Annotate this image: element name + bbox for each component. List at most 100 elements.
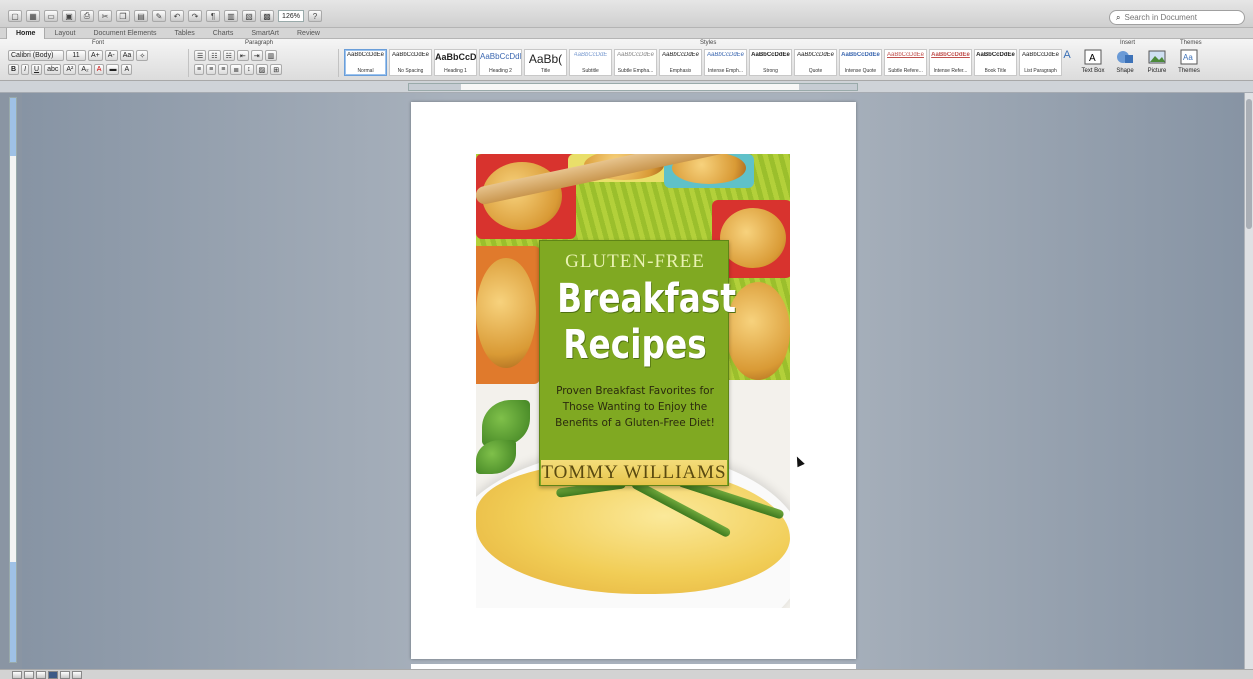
tab-review[interactable]: Review [288,28,329,39]
font-name-select[interactable]: Calibri (Body) [8,50,64,61]
search-box[interactable]: ⌕ [1109,10,1245,25]
tab-layout[interactable]: Layout [45,28,84,39]
style-strong[interactable]: AaBbCcDdEe Strong [749,49,792,76]
style-subtitle[interactable]: AaBbCcDdE Subtitle [569,49,612,76]
columns-icon[interactable]: ▥ [264,50,278,61]
align-center-icon[interactable]: ≡ [206,64,217,75]
vertical-scrollbar[interactable] [1244,93,1253,669]
justify-icon[interactable]: ≣ [230,64,243,75]
numbering-icon[interactable]: ☷ [208,50,221,61]
notebook-view-icon[interactable] [60,670,70,679]
templates-icon[interactable]: ▦ [26,10,40,22]
copy-icon[interactable]: ❐ [116,10,130,22]
clear-formatting-icon[interactable]: ✧ [136,50,149,61]
open-icon[interactable]: ▭ [44,10,58,22]
align-right-icon[interactable]: ≡ [218,64,229,75]
style-heading-1[interactable]: AaBbCcDcHeading 1 [434,49,477,76]
text-box-icon: A [1084,49,1102,65]
style-book-title[interactable]: AaBbCcDdEe Book Title [974,49,1017,76]
draft-view-icon[interactable] [12,670,22,679]
save-icon[interactable]: ▣ [62,10,76,22]
tab-home[interactable]: Home [6,28,46,39]
style-intense-emphasis[interactable]: AaBbCcDdEe Intense Emph... [704,49,747,76]
sidebar-icon[interactable]: ▥ [224,10,238,22]
title-toolbar: ▢ ▦ ▭ ▣ ⎙ ✂ ❐ ▤ ✎ ↶ ↷ ¶ ▥ ▧ ▩ 126% ? ⌕ [0,0,1253,28]
style-subtle-reference[interactable]: AaBbCcDdEe Subtle Refere... [884,49,927,76]
style-heading-2[interactable]: AaBbCcDdI Heading 2 [479,49,522,76]
increase-indent-icon[interactable]: ⇥ [250,50,263,61]
muffin [476,258,536,368]
cut-icon[interactable]: ✂ [98,10,112,22]
style-subtle-emphasis[interactable]: AaBbCcDdEe Subtle Empha... [614,49,657,76]
text-styles-icon[interactable]: A [1060,49,1074,74]
themes-icon: Aa [1180,49,1198,65]
picture-button[interactable]: Picture [1144,49,1170,74]
style-normal[interactable]: AaBbCcDdEe Normal [344,49,387,76]
print-layout-view-icon[interactable] [48,670,58,679]
vertical-ruler[interactable] [9,97,17,663]
bold-button[interactable]: B [8,64,20,75]
publishing-view-icon[interactable] [36,670,46,679]
text-box-button[interactable]: A Text Box [1080,49,1106,74]
divider [188,49,189,77]
styles-gallery: AaBbCcDdEe Normal AaBbCcDdEe No Spacing Aa… [344,49,1062,76]
style-emphasis[interactable]: AaBbCcDdEe Emphasis [659,49,702,76]
horizontal-ruler[interactable] [408,83,858,91]
decrease-indent-icon[interactable]: ⇤ [236,50,249,61]
horizontal-ruler-bar [0,81,1253,93]
line-spacing-icon[interactable]: ↕ [244,64,254,75]
cover-title-line2: Recipes [563,322,707,368]
scrollbar-thumb[interactable] [1246,99,1252,229]
style-title[interactable]: AaBb(Title [524,49,567,76]
shading-icon[interactable]: ▨ [255,64,269,75]
style-no-spacing[interactable]: AaBbCcDdEe No Spacing [389,49,432,76]
media-icon[interactable]: ▩ [260,10,274,22]
themes-group-label: Themes [1180,40,1202,46]
tab-charts[interactable]: Charts [204,28,243,39]
borders-icon[interactable]: ⊞ [270,64,283,75]
tab-document-elements[interactable]: Document Elements [84,28,165,39]
text-effects-icon[interactable]: A [121,64,133,75]
tab-tables[interactable]: Tables [166,28,204,39]
styles-group-label: Styles [700,40,717,46]
font-size-select[interactable]: 11 [66,50,86,61]
right-margin [799,84,857,90]
picture-icon [1148,50,1166,64]
bottom-margin [10,562,16,662]
superscript-icon[interactable]: A² [63,64,77,75]
redo-icon[interactable]: ↷ [188,10,202,22]
italic-button[interactable]: I [21,64,30,75]
style-list-paragraph[interactable]: AaBbCcDdEe List Paragraph [1019,49,1062,76]
format-painter-icon[interactable]: ✎ [152,10,166,22]
subscript-icon[interactable]: A₂ [78,64,92,75]
strikethrough-icon[interactable]: abc [44,64,62,75]
align-left-icon[interactable]: ≡ [194,64,205,75]
themes-button[interactable]: Aa Themes [1176,49,1202,74]
search-input[interactable] [1124,13,1235,22]
shrink-font-icon[interactable]: A- [104,50,118,61]
tab-smartart[interactable]: SmartArt [242,28,288,39]
style-intense-quote[interactable]: AaBbCcDdEe Intense Quote [839,49,882,76]
shape-button[interactable]: Shape [1112,49,1138,74]
multilevel-list-icon[interactable]: ☵ [222,50,235,61]
new-document-icon[interactable]: ▢ [8,10,22,22]
paste-icon[interactable]: ▤ [134,10,148,22]
font-color-icon[interactable]: A [93,64,105,75]
pilcrow-icon[interactable]: ¶ [206,10,220,22]
bullets-icon[interactable]: ☰ [194,50,207,61]
help-icon[interactable]: ? [308,10,322,22]
insert-group-label: Insert [1120,40,1136,46]
underline-button[interactable]: U [31,64,43,75]
undo-icon[interactable]: ↶ [170,10,184,22]
toolbox-icon[interactable]: ▧ [242,10,256,22]
highlight-icon[interactable]: ▬ [106,64,120,75]
style-intense-reference[interactable]: AaBbCcDdEe Intense Refer... [929,49,972,76]
print-icon[interactable]: ⎙ [80,10,94,22]
cover-author: TOMMY WILLIAMS [541,460,727,485]
outline-view-icon[interactable] [24,670,34,679]
zoom-field[interactable]: 126% [278,10,304,22]
grow-font-icon[interactable]: A+ [88,50,103,61]
change-case-icon[interactable]: Aa [119,50,135,61]
focus-view-icon[interactable] [72,670,82,679]
style-quote[interactable]: AaBbCcDdEe Quote [794,49,837,76]
